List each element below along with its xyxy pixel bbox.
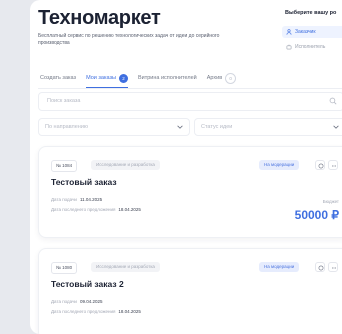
order-title: Тестовый заказ: [51, 177, 117, 187]
date-label: Дата последнего предложения: [51, 207, 116, 212]
status-badge: На модерации: [259, 262, 300, 272]
order-category: Исследование и разработка: [91, 160, 160, 170]
select-placeholder: Статус идеи: [201, 124, 233, 130]
search-placeholder: Поиск заказа: [47, 98, 81, 104]
order-created-date: Дата подачи 11.04.2025: [51, 197, 102, 202]
budget-value: 50000 ₽: [294, 208, 339, 222]
role-item-contractor[interactable]: Исполнитель: [282, 41, 342, 53]
date-value: 09.04.2025: [79, 299, 103, 304]
status-badge: На модерации: [259, 160, 300, 170]
chevron-down-icon: [333, 125, 339, 129]
order-title: Тестовый заказ 2: [51, 279, 124, 289]
role-prompt: Выберите вашу ро: [285, 10, 337, 16]
tabs: Создать заказ Мои заказы 2 Витрина испол…: [40, 72, 237, 88]
date-label: Дата последнего предложения: [51, 309, 116, 314]
tab-count-badge: 0: [225, 72, 237, 84]
date-label: Дата подачи: [51, 197, 77, 202]
order-created-date: Дата подачи 09.04.2025: [51, 299, 102, 304]
tab-my-orders[interactable]: Мои заказы 2: [86, 72, 128, 88]
chat-button[interactable]: [315, 262, 325, 272]
date-value: 18.04.2025: [118, 309, 141, 314]
order-category: Исследование и разработка: [91, 262, 160, 272]
app-title: Техномаркет: [38, 7, 161, 29]
tab-label: Архив: [206, 75, 223, 81]
order-number: № 1080: [51, 262, 78, 274]
role-item-customer[interactable]: Заказчик: [282, 26, 342, 38]
more-icon: [331, 165, 336, 166]
budget-label: Бюджет: [322, 199, 339, 204]
robot-icon: [286, 44, 292, 50]
chat-button[interactable]: [315, 160, 325, 170]
order-number: № 1084: [51, 160, 78, 172]
user-icon: [286, 29, 292, 35]
chat-icon: [318, 163, 323, 168]
tab-label: Витрина исполнителей: [137, 75, 197, 81]
date-label: Дата подачи: [51, 299, 77, 304]
main-panel: Техномаркет Бесплатный сервис по решению…: [30, 0, 342, 334]
more-button[interactable]: [328, 262, 338, 272]
role-item-label: Исполнитель: [295, 44, 326, 50]
chevron-down-icon: [177, 125, 183, 129]
date-value: 18.04.2025: [118, 207, 141, 212]
tab-contractors-showcase[interactable]: Витрина исполнителей: [138, 72, 197, 84]
role-menu: Заказчик Исполнитель: [282, 26, 342, 53]
tab-label: Создать заказ: [40, 75, 77, 81]
order-updated-date: Дата последнего предложения 18.04.2025: [51, 207, 141, 212]
status-select[interactable]: Статус идеи: [194, 118, 342, 136]
order-updated-date: Дата последнего предложения 18.04.2025: [51, 309, 141, 314]
role-item-label: Заказчик: [295, 29, 316, 35]
direction-select[interactable]: По направлению: [38, 118, 190, 136]
tab-archive[interactable]: Архив 0: [206, 72, 237, 84]
tab-label: Мои заказы: [86, 75, 116, 81]
search-input[interactable]: Поиск заказа: [38, 92, 342, 111]
chat-icon: [318, 265, 323, 270]
select-placeholder: По направлению: [45, 124, 89, 130]
more-button[interactable]: [328, 160, 338, 170]
tabs-divider: [38, 88, 342, 89]
tab-count-badge: 2: [118, 73, 128, 83]
search-icon: [329, 97, 337, 105]
order-card[interactable]: № 1080 Исследование и разработка На моде…: [38, 248, 342, 334]
date-value: 11.04.2025: [79, 197, 103, 202]
order-card[interactable]: № 1084 Исследование и разработка На моде…: [38, 146, 342, 238]
app-description: Бесплатный сервис по решению технологиче…: [38, 33, 220, 46]
more-icon: [331, 267, 336, 268]
tab-create-order[interactable]: Создать заказ: [40, 72, 76, 84]
